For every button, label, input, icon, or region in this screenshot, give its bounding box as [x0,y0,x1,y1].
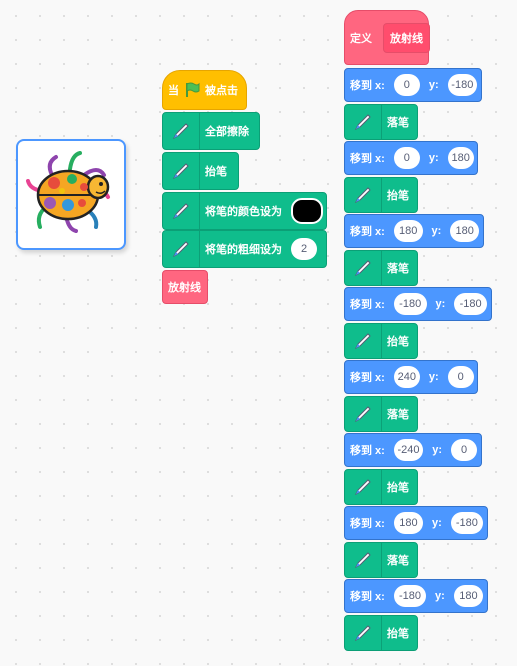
pen-up-label: 抬笔 [387,336,409,348]
goto-xy-block[interactable]: 移到 x: 180 y: -180 [344,506,488,540]
y-label: y: [435,298,446,310]
goto-label: 移到 x: [350,153,385,165]
erase-all-block[interactable]: 全部擦除 [162,112,260,150]
goto-label: 移到 x: [350,372,385,384]
set-size-label: 将笔的粗细设为 [205,244,282,256]
clicked-label: 被点击 [205,85,238,97]
goto-label: 移到 x: [350,80,385,92]
call-radial-lines-block[interactable]: 放射线 [162,270,208,304]
define-name-block[interactable]: 放射线 [383,22,430,53]
pen-down-label: 落笔 [387,117,409,129]
y-label: y: [431,225,442,237]
define-label: 定义 [350,32,372,45]
y-label: y: [428,79,439,91]
y-input[interactable]: -180 [447,74,477,96]
y-input[interactable]: -180 [454,293,487,315]
pen-icon [345,616,382,650]
y-input[interactable]: 0 [447,366,474,388]
pen-down-block[interactable]: 落笔 [344,104,418,140]
pen-size-input[interactable]: 2 [291,238,317,260]
x-input[interactable]: 180 [393,220,423,242]
sprite-thumbnail[interactable] [16,139,126,250]
pen-icon [163,231,200,267]
pen-icon [345,470,382,504]
goto-label: 移到 x: [350,591,385,603]
pen-up-block[interactable]: 抬笔 [344,615,418,651]
pen-icon [163,113,200,149]
y-input[interactable]: 180 [450,220,479,242]
goto-xy-block[interactable]: 移到 x: 0 y: -180 [344,68,482,102]
pen-color-swatch[interactable] [291,198,323,224]
x-input[interactable]: 180 [393,512,424,534]
pen-down-label: 落笔 [387,409,409,421]
x-input[interactable]: -180 [393,293,427,315]
y-label: y: [435,590,445,602]
x-input[interactable]: 240 [393,366,420,388]
pen-up-label: 抬笔 [387,482,409,494]
goto-label: 移到 x: [350,299,385,311]
pen-down-block[interactable]: 落笔 [344,396,418,432]
y-input[interactable]: -180 [450,512,483,534]
set-pen-size-block[interactable]: 将笔的粗细设为 2 [162,230,327,268]
pen-icon [345,324,382,358]
pen-up-block[interactable]: 抬笔 [344,469,418,505]
set-color-label: 将笔的颜色设为 [205,206,282,218]
pen-up-block[interactable]: 抬笔 [162,152,239,190]
goto-xy-block[interactable]: 移到 x: -180 y: 180 [344,579,488,613]
pen-up-label: 抬笔 [387,628,409,640]
pen-up-block[interactable]: 抬笔 [344,323,418,359]
x-input[interactable]: 0 [393,147,420,169]
pen-icon [163,193,200,229]
goto-label: 移到 x: [350,445,385,457]
goto-label: 移到 x: [350,226,385,238]
pen-up-block[interactable]: 抬笔 [344,177,418,213]
green-flag-icon [186,82,200,97]
y-label: y: [428,152,439,164]
goto-xy-block[interactable]: 移到 x: 180 y: 180 [344,214,484,248]
pen-down-label: 落笔 [387,555,409,567]
pen-down-block[interactable]: 落笔 [344,250,418,286]
define-block[interactable]: 定义 放射线 [344,10,430,65]
set-pen-color-block[interactable]: 将笔的颜色设为 [162,192,327,230]
pen-icon [345,397,382,431]
goto-xy-block[interactable]: 移到 x: 240 y: 0 [344,360,478,394]
pen-up-label: 抬笔 [205,166,227,178]
y-label: y: [432,517,442,529]
beetle-sprite-icon [26,151,110,233]
y-label: y: [428,371,439,383]
y-label: y: [432,444,442,456]
when-label: 当 [168,85,179,97]
pen-down-block[interactable]: 落笔 [344,542,418,578]
goto-xy-block[interactable]: 移到 x: -240 y: 0 [344,433,482,467]
pen-icon [345,178,382,212]
y-input[interactable]: 180 [453,585,483,607]
pen-down-label: 落笔 [387,263,409,275]
pen-icon [345,251,382,285]
x-input[interactable]: -240 [393,439,424,461]
call-label: 放射线 [168,282,201,294]
x-input[interactable]: -180 [393,585,427,607]
x-input[interactable]: 0 [393,74,420,96]
pen-up-label: 抬笔 [387,190,409,202]
pen-icon [345,105,382,139]
pen-icon [345,543,382,577]
y-input[interactable]: 0 [451,439,477,461]
erase-all-label: 全部擦除 [205,126,249,138]
when-flag-clicked-hat[interactable]: 当 被点击 [162,70,247,110]
goto-label: 移到 x: [350,518,385,530]
goto-xy-block[interactable]: 移到 x: 0 y: 180 [344,141,478,175]
goto-xy-block[interactable]: 移到 x: -180 y: -180 [344,287,492,321]
y-input[interactable]: 180 [447,147,474,169]
pen-icon [163,153,200,189]
